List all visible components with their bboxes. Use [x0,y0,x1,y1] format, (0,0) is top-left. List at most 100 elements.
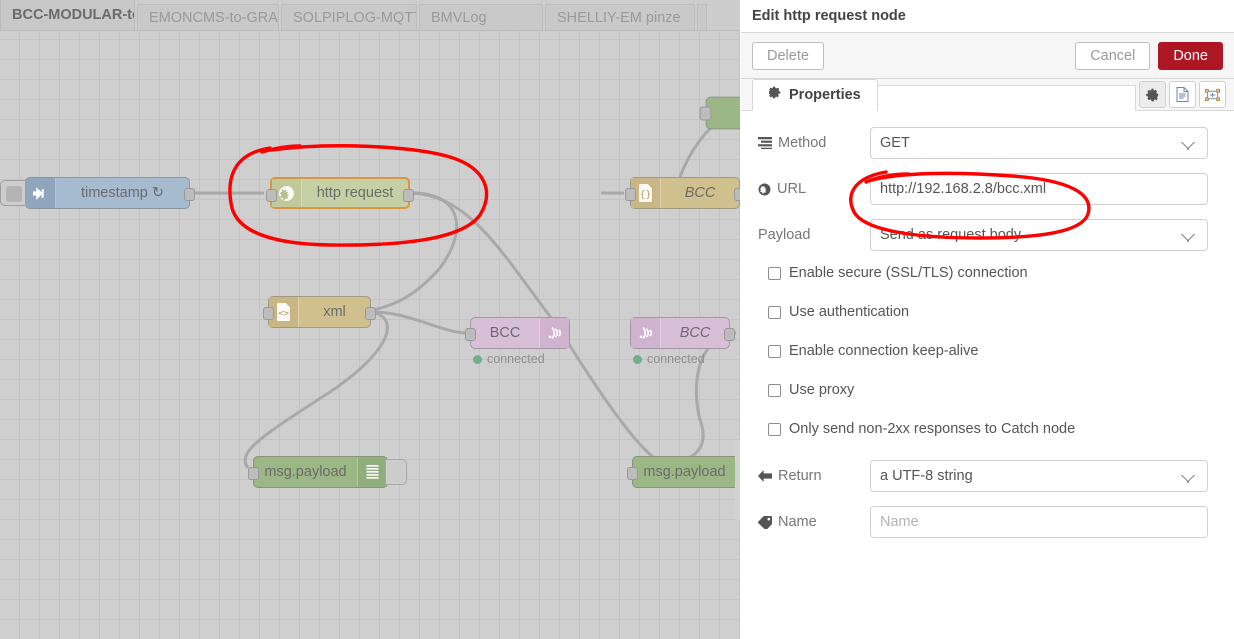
document-button[interactable] [1169,81,1196,108]
flow-tab-0[interactable]: BCC-MODULAR-to [0,0,135,30]
panel-tab-row: Properties [741,79,1234,111]
checkbox-use-proxy[interactable] [768,383,781,397]
node-json-bcc-label: BCC [684,185,716,201]
arrow-left-icon [758,470,772,482]
field-payload-label: Payload [758,227,870,243]
field-url-label: URL [758,181,870,197]
flow-tab-3[interactable]: BMVLog [419,4,543,30]
checkbox-row-use-proxy[interactable]: Use proxy [758,382,1208,398]
node-inject-timestamp[interactable]: timestamp ↻ [0,177,195,209]
field-return-label: Return [758,468,870,484]
checkbox-label-keep-alive: Enable connection keep-alive [789,343,979,359]
checkbox-use-auth[interactable] [768,305,781,319]
field-payload-control: IgnoreAppend to query-string parametersS… [870,219,1208,251]
done-button[interactable]: Done [1158,41,1223,70]
field-name-control [870,506,1208,538]
node-json-bcc-output-port[interactable] [734,188,740,201]
panel-title: Edit http request node [741,0,1234,33]
return-select[interactable]: a UTF-8 stringa binary buffera parsed JS… [870,460,1208,492]
payload-select[interactable]: IgnoreAppend to query-string parametersS… [870,219,1208,251]
node-mqtt-out-bcc[interactable]: BCC connected [465,317,570,366]
node-inject-timestamp-label: timestamp ↻ [80,185,165,201]
field-url-control [870,173,1208,205]
node-debug-right[interactable]: msg.payload [627,456,740,488]
checkbox-row-keep-alive[interactable]: Enable connection keep-alive [758,343,1208,359]
flow-tab-1[interactable]: EMONCMS-to-GRA [137,4,279,30]
tab-properties[interactable]: Properties [752,79,878,111]
node-mqtt-in-bcc[interactable]: BCC connected [630,317,735,366]
node-xml-parser-output-port[interactable] [365,307,376,320]
cancel-button[interactable]: Cancel [1075,41,1151,70]
tag-icon [758,515,772,529]
node-inject-timestamp-trigger-button[interactable] [0,180,26,206]
gear-icon [768,80,782,111]
checkbox-non-2xx-catch[interactable] [768,422,781,436]
flow-canvas[interactable]: timestamp ↻ http request {} BCC <> xml BCC conn… [0,0,740,639]
gear-button[interactable] [1139,81,1166,108]
panel-action-bar: Delete Cancel Done [741,33,1234,79]
status-dot [633,354,642,364]
panel-resize-grip[interactable] [735,440,740,520]
field-name-label: Name [758,514,870,530]
checkbox-row-enable-tls[interactable]: Enable secure (SSL/TLS) connection [758,265,1208,281]
field-payload-label-text: Payload [758,227,811,243]
field-url: URL [758,173,1208,205]
appearance-button[interactable] [1199,81,1226,108]
delete-button[interactable]: Delete [752,41,824,70]
node-mqtt-out-bcc-status: connected [473,352,545,366]
field-payload: Payload IgnoreAppend to query-string par… [758,219,1208,251]
node-xml-parser-label: xml [323,304,346,320]
field-url-label-text: URL [777,181,807,197]
url-input[interactable] [870,173,1208,205]
node-xml-parser-input-port[interactable] [263,307,274,320]
node-http-request-input-port[interactable] [266,189,277,202]
field-return-control: a UTF-8 stringa binary buffera parsed JS… [870,460,1208,492]
edit-node-panel: Edit http request node Delete Cancel Don… [741,0,1234,639]
node-mqtt-out-bcc-label: BCC [489,325,521,341]
node-inject-timestamp-output-port[interactable] [184,188,195,201]
field-name: Name [758,506,1208,538]
debug-icon [357,457,387,487]
node-xml-parser[interactable]: <> xml [263,296,376,328]
node-debug-right-label: msg.payload [643,464,726,480]
node-mqtt-out-bcc-status-text: connected [487,352,545,366]
checkbox-label-enable-tls: Enable secure (SSL/TLS) connection [789,265,1028,281]
node-http-request-output-port[interactable] [403,189,414,202]
node-http-request[interactable]: http request [266,177,414,209]
flow-tab-4[interactable]: SHELLIY-EM pinze [545,4,695,30]
node-red-editor: timestamp ↻ http request {} BCC <> xml BCC conn… [0,0,1234,639]
svg-text:<>: <> [278,309,289,319]
tab-row-filler [877,85,1136,111]
checkbox-label-use-proxy: Use proxy [789,382,855,398]
node-mqtt-in-bcc-status-text: connected [647,352,705,366]
mqtt-icon [539,318,569,348]
field-return: Return a UTF-8 stringa binary buffera pa… [758,460,1208,492]
flow-tab-bar[interactable]: BCC-MODULAR-to EMONCMS-to-GRA SOLPIPLOG-MQ… [0,0,740,31]
node-mqtt-out-bcc-input-port[interactable] [465,328,476,341]
node-debug-right-input-port[interactable] [627,467,638,480]
field-return-label-text: Return [778,468,822,484]
globe-icon [758,183,771,196]
checkbox-label-non-2xx-catch: Only send non-2xx responses to Catch nod… [789,421,1076,437]
checkbox-row-non-2xx-catch[interactable]: Only send non-2xx responses to Catch nod… [758,421,1208,437]
svg-text:{}: {} [640,189,651,200]
node-debug-left-input-port[interactable] [248,467,259,480]
node-debug-left-enable-button[interactable] [385,459,407,485]
checkbox-keep-alive[interactable] [768,344,781,358]
checkbox-row-use-auth[interactable]: Use authentication [758,304,1208,320]
node-mqtt-in-bcc-output-port[interactable] [724,328,735,341]
flow-tab-overflow[interactable] [697,4,707,30]
node-json-bcc-input-port[interactable] [625,188,636,201]
flow-tab-2[interactable]: SOLPIPLOG-MQTT [281,4,417,30]
field-method-label-text: Method [778,135,827,151]
arrow-right-icon [26,178,56,208]
checkbox-enable-tls[interactable] [768,266,781,280]
name-input[interactable] [870,506,1208,538]
field-method: Method GETPOSTPUTDELETEHEAD- set by msg.… [758,127,1208,159]
list-icon [758,137,772,149]
method-select[interactable]: GETPOSTPUTDELETEHEAD- set by msg.method … [870,127,1208,159]
checkbox-group: Enable secure (SSL/TLS) connection Use au… [758,265,1208,437]
field-method-control: GETPOSTPUTDELETEHEAD- set by msg.method … [870,127,1208,159]
node-json-bcc[interactable]: {} BCC [625,177,740,209]
node-debug-left[interactable]: msg.payload [248,456,407,488]
